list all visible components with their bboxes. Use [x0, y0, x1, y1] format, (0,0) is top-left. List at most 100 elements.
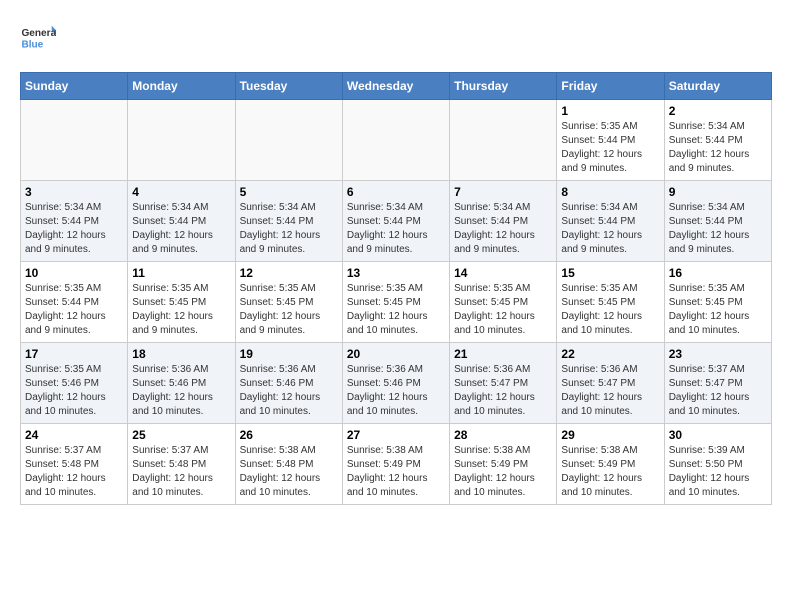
day-info: Sunrise: 5:37 AM Sunset: 5:47 PM Dayligh… [669, 363, 767, 419]
logo: General Blue [20, 20, 56, 56]
day-of-week-header: Sunday [21, 73, 128, 100]
day-number: 10 [25, 266, 123, 280]
calendar-day-cell: 1 Sunrise: 5:35 AM Sunset: 5:44 PM Daylig… [557, 100, 664, 181]
day-number: 13 [347, 266, 445, 280]
day-number: 28 [454, 428, 552, 442]
day-number: 20 [347, 347, 445, 361]
calendar-day-cell: 18 Sunrise: 5:36 AM Sunset: 5:46 PM Dayli… [128, 343, 235, 424]
calendar-day-cell [235, 100, 342, 181]
day-info: Sunrise: 5:36 AM Sunset: 5:46 PM Dayligh… [132, 363, 230, 419]
day-info: Sunrise: 5:34 AM Sunset: 5:44 PM Dayligh… [347, 201, 445, 257]
day-number: 27 [347, 428, 445, 442]
day-info: Sunrise: 5:37 AM Sunset: 5:48 PM Dayligh… [132, 444, 230, 500]
day-info: Sunrise: 5:34 AM Sunset: 5:44 PM Dayligh… [240, 201, 338, 257]
day-info: Sunrise: 5:34 AM Sunset: 5:44 PM Dayligh… [669, 120, 767, 176]
day-info: Sunrise: 5:38 AM Sunset: 5:48 PM Dayligh… [240, 444, 338, 500]
day-number: 26 [240, 428, 338, 442]
calendar-day-cell: 13 Sunrise: 5:35 AM Sunset: 5:45 PM Dayli… [342, 262, 449, 343]
day-info: Sunrise: 5:34 AM Sunset: 5:44 PM Dayligh… [561, 201, 659, 257]
day-number: 23 [669, 347, 767, 361]
calendar-day-cell: 29 Sunrise: 5:38 AM Sunset: 5:49 PM Dayli… [557, 424, 664, 505]
day-number: 2 [669, 104, 767, 118]
day-info: Sunrise: 5:34 AM Sunset: 5:44 PM Dayligh… [25, 201, 123, 257]
day-of-week-header: Friday [557, 73, 664, 100]
calendar-day-cell [342, 100, 449, 181]
logo-icon: General Blue [20, 20, 56, 56]
day-info: Sunrise: 5:36 AM Sunset: 5:46 PM Dayligh… [347, 363, 445, 419]
day-info: Sunrise: 5:38 AM Sunset: 5:49 PM Dayligh… [561, 444, 659, 500]
calendar-day-cell: 24 Sunrise: 5:37 AM Sunset: 5:48 PM Dayli… [21, 424, 128, 505]
calendar-day-cell [450, 100, 557, 181]
calendar-day-cell: 26 Sunrise: 5:38 AM Sunset: 5:48 PM Dayli… [235, 424, 342, 505]
calendar-day-cell: 6 Sunrise: 5:34 AM Sunset: 5:44 PM Daylig… [342, 181, 449, 262]
day-number: 29 [561, 428, 659, 442]
calendar-day-cell: 27 Sunrise: 5:38 AM Sunset: 5:49 PM Dayli… [342, 424, 449, 505]
day-number: 3 [25, 185, 123, 199]
day-info: Sunrise: 5:35 AM Sunset: 5:45 PM Dayligh… [240, 282, 338, 338]
calendar-day-cell: 11 Sunrise: 5:35 AM Sunset: 5:45 PM Dayli… [128, 262, 235, 343]
calendar-day-cell: 23 Sunrise: 5:37 AM Sunset: 5:47 PM Dayli… [664, 343, 771, 424]
calendar-day-cell: 17Sunrise: 5:35 AM Sunset: 5:46 PM Dayli… [21, 343, 128, 424]
day-number: 14 [454, 266, 552, 280]
day-info: Sunrise: 5:35 AM Sunset: 5:45 PM Dayligh… [669, 282, 767, 338]
calendar-day-cell: 3 Sunrise: 5:34 AM Sunset: 5:44 PM Daylig… [21, 181, 128, 262]
day-info: Sunrise: 5:36 AM Sunset: 5:46 PM Dayligh… [240, 363, 338, 419]
calendar-day-cell: 22 Sunrise: 5:36 AM Sunset: 5:47 PM Dayli… [557, 343, 664, 424]
calendar-day-cell [21, 100, 128, 181]
day-info: Sunrise: 5:35 AM Sunset: 5:45 PM Dayligh… [347, 282, 445, 338]
day-info: Sunrise: 5:39 AM Sunset: 5:50 PM Dayligh… [669, 444, 767, 500]
day-number: 4 [132, 185, 230, 199]
calendar-day-cell: 30Sunrise: 5:39 AM Sunset: 5:50 PM Dayli… [664, 424, 771, 505]
calendar-day-cell: 7Sunrise: 5:34 AM Sunset: 5:44 PM Daylig… [450, 181, 557, 262]
day-number: 1 [561, 104, 659, 118]
day-number: 22 [561, 347, 659, 361]
day-info: Sunrise: 5:36 AM Sunset: 5:47 PM Dayligh… [454, 363, 552, 419]
day-number: 16 [669, 266, 767, 280]
day-of-week-header: Wednesday [342, 73, 449, 100]
calendar-day-cell: 5 Sunrise: 5:34 AM Sunset: 5:44 PM Daylig… [235, 181, 342, 262]
calendar-day-cell: 12 Sunrise: 5:35 AM Sunset: 5:45 PM Dayli… [235, 262, 342, 343]
calendar-day-cell: 14 Sunrise: 5:35 AM Sunset: 5:45 PM Dayli… [450, 262, 557, 343]
svg-text:Blue: Blue [21, 39, 43, 50]
calendar-table: SundayMondayTuesdayWednesdayThursdayFrid… [20, 72, 772, 505]
day-of-week-header: Tuesday [235, 73, 342, 100]
day-number: 19 [240, 347, 338, 361]
day-of-week-header: Thursday [450, 73, 557, 100]
calendar-week-row: 24 Sunrise: 5:37 AM Sunset: 5:48 PM Dayli… [21, 424, 772, 505]
calendar-day-cell: 19 Sunrise: 5:36 AM Sunset: 5:46 PM Dayli… [235, 343, 342, 424]
calendar-day-cell: 28 Sunrise: 5:38 AM Sunset: 5:49 PM Dayli… [450, 424, 557, 505]
calendar-week-row: 3 Sunrise: 5:34 AM Sunset: 5:44 PM Daylig… [21, 181, 772, 262]
calendar-week-row: 1 Sunrise: 5:35 AM Sunset: 5:44 PM Daylig… [21, 100, 772, 181]
calendar-day-cell: 2 Sunrise: 5:34 AM Sunset: 5:44 PM Daylig… [664, 100, 771, 181]
day-number: 21 [454, 347, 552, 361]
day-number: 8 [561, 185, 659, 199]
day-info: Sunrise: 5:37 AM Sunset: 5:48 PM Dayligh… [25, 444, 123, 500]
day-number: 18 [132, 347, 230, 361]
calendar-day-cell: 9 Sunrise: 5:34 AM Sunset: 5:44 PM Daylig… [664, 181, 771, 262]
day-number: 12 [240, 266, 338, 280]
day-number: 5 [240, 185, 338, 199]
day-info: Sunrise: 5:34 AM Sunset: 5:44 PM Dayligh… [669, 201, 767, 257]
day-info: Sunrise: 5:35 AM Sunset: 5:45 PM Dayligh… [132, 282, 230, 338]
day-info: Sunrise: 5:35 AM Sunset: 5:44 PM Dayligh… [561, 120, 659, 176]
day-number: 17 [25, 347, 123, 361]
day-info: Sunrise: 5:36 AM Sunset: 5:47 PM Dayligh… [561, 363, 659, 419]
day-info: Sunrise: 5:38 AM Sunset: 5:49 PM Dayligh… [347, 444, 445, 500]
day-number: 9 [669, 185, 767, 199]
calendar-day-cell: 15Sunrise: 5:35 AM Sunset: 5:45 PM Dayli… [557, 262, 664, 343]
calendar-day-cell: 21 Sunrise: 5:36 AM Sunset: 5:47 PM Dayli… [450, 343, 557, 424]
calendar-day-cell: 8 Sunrise: 5:34 AM Sunset: 5:44 PM Daylig… [557, 181, 664, 262]
day-info: Sunrise: 5:35 AM Sunset: 5:45 PM Dayligh… [454, 282, 552, 338]
day-number: 6 [347, 185, 445, 199]
day-number: 11 [132, 266, 230, 280]
day-info: Sunrise: 5:35 AM Sunset: 5:44 PM Dayligh… [25, 282, 123, 338]
day-number: 24 [25, 428, 123, 442]
calendar-day-cell: 25Sunrise: 5:37 AM Sunset: 5:48 PM Dayli… [128, 424, 235, 505]
day-number: 7 [454, 185, 552, 199]
day-info: Sunrise: 5:38 AM Sunset: 5:49 PM Dayligh… [454, 444, 552, 500]
svg-text:General: General [21, 28, 56, 39]
calendar-day-cell: 20 Sunrise: 5:36 AM Sunset: 5:46 PM Dayli… [342, 343, 449, 424]
day-number: 15 [561, 266, 659, 280]
page-header: General Blue [20, 20, 772, 56]
calendar-week-row: 17Sunrise: 5:35 AM Sunset: 5:46 PM Dayli… [21, 343, 772, 424]
